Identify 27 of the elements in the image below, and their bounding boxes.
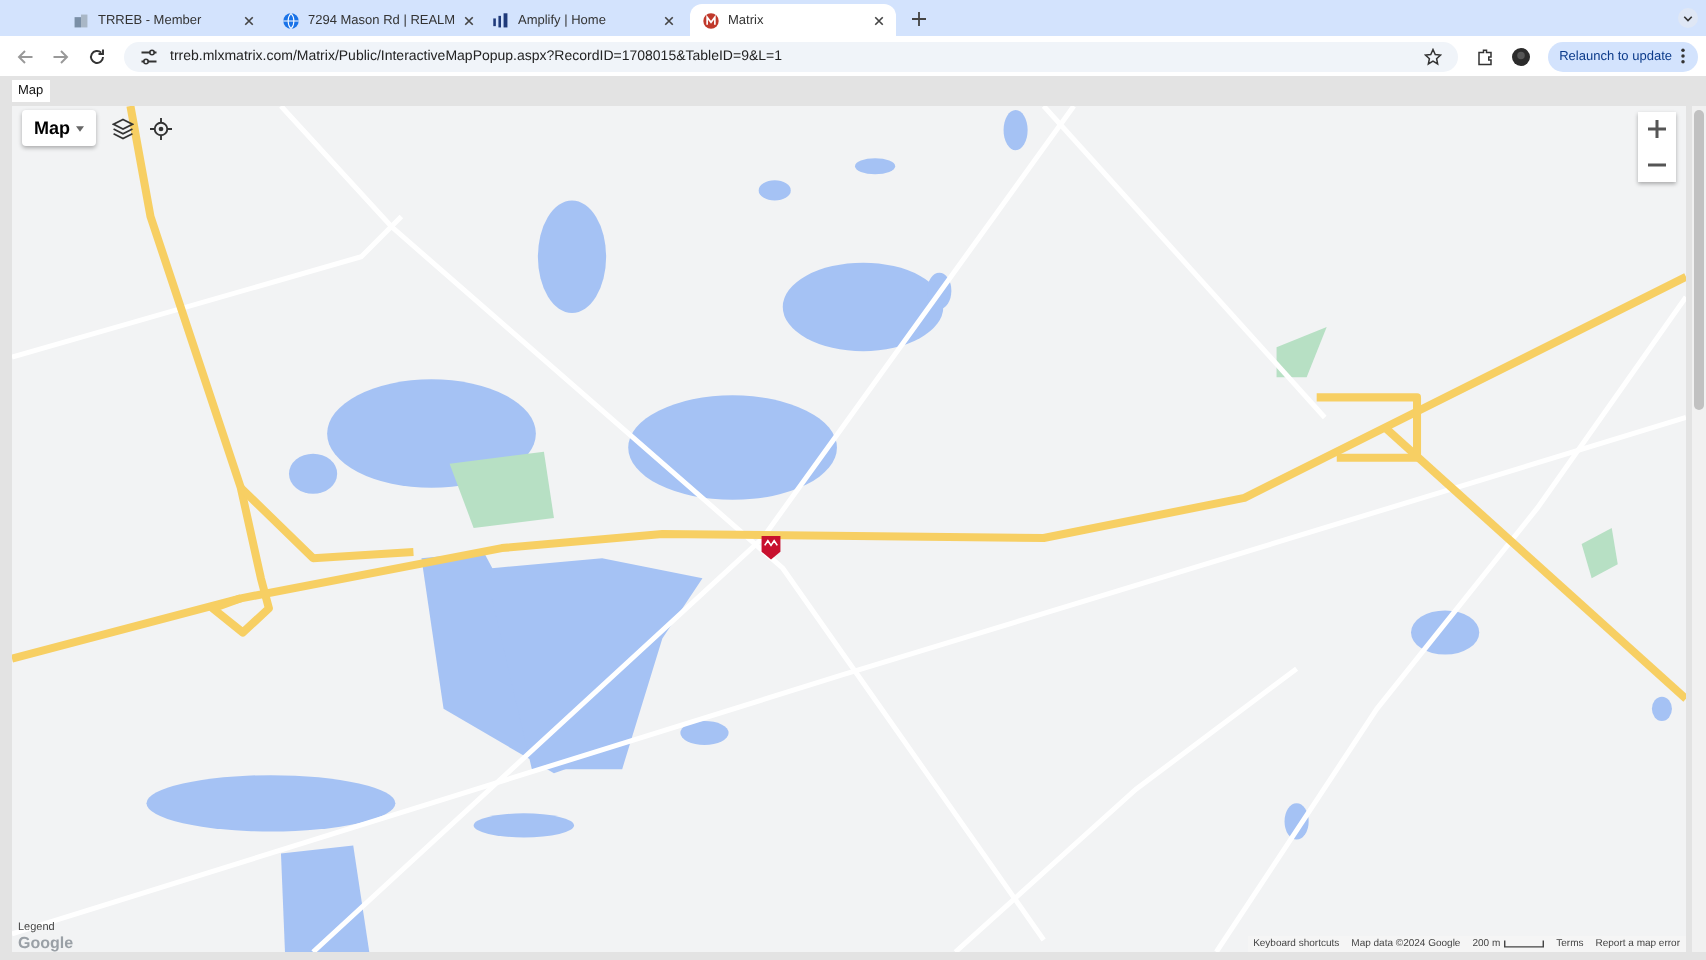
site-settings-icon[interactable] xyxy=(140,47,158,65)
zoom-in-icon[interactable] xyxy=(1648,120,1666,138)
puzzle-icon[interactable] xyxy=(1475,47,1494,65)
chevron-down-icon[interactable] xyxy=(1678,8,1698,28)
new-tab-icon[interactable] xyxy=(912,12,926,26)
avatar-icon[interactable] xyxy=(1511,47,1530,65)
matrix-logo-icon xyxy=(702,11,720,29)
close-icon[interactable] xyxy=(463,15,474,25)
close-icon[interactable] xyxy=(664,15,674,25)
close-icon[interactable] xyxy=(874,15,884,25)
star-icon[interactable] xyxy=(1423,47,1442,65)
forward-arrow-icon[interactable] xyxy=(52,47,70,65)
locate-icon[interactable] xyxy=(150,117,172,139)
bar-chart-icon xyxy=(492,11,510,29)
scrollbar[interactable] xyxy=(1692,106,1706,952)
map-type-button[interactable]: Map xyxy=(22,110,96,146)
globe-icon xyxy=(282,11,300,29)
scale-bar-icon xyxy=(1504,940,1545,948)
reload-icon[interactable] xyxy=(88,47,106,65)
map-marker-icon[interactable] xyxy=(760,534,782,560)
close-icon[interactable] xyxy=(244,15,254,25)
building-icon xyxy=(72,11,90,29)
caret-icon xyxy=(76,125,84,131)
layers-icon[interactable] xyxy=(112,117,134,139)
more-icon[interactable] xyxy=(1680,48,1686,64)
google-logo: Google xyxy=(18,934,74,952)
back-arrow-icon[interactable] xyxy=(16,47,34,65)
